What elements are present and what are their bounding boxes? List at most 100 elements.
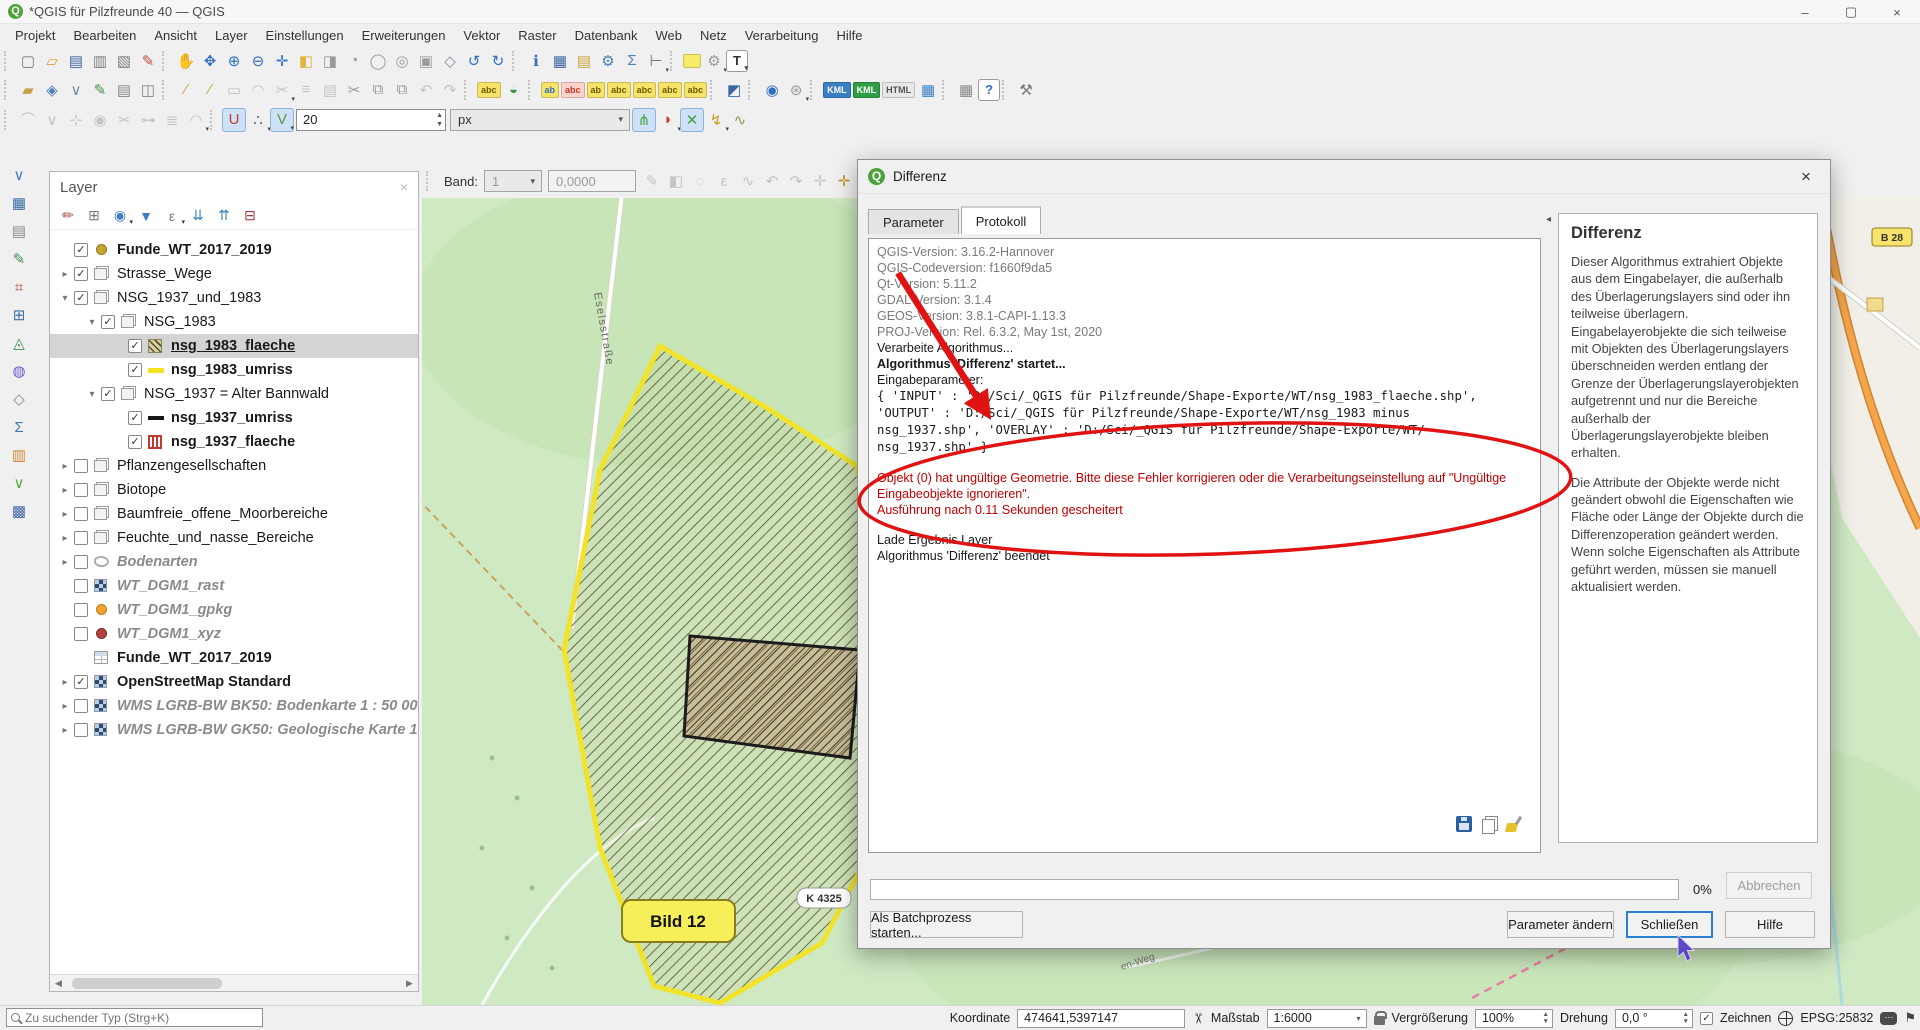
vector-tool-icon-12[interactable]: ∨ [7, 471, 31, 495]
paste-features-icon[interactable]: ⧉ [390, 78, 414, 102]
layer-visibility-checkbox[interactable]: ✓ [74, 243, 88, 257]
layer-row-bodenarten[interactable]: ▸Bodenarten [50, 550, 418, 574]
vector-tool-icon-3[interactable]: ▤ [7, 219, 31, 243]
band-value-input[interactable]: 0,0000 [548, 170, 636, 192]
redraw-icon[interactable]: ↻ [486, 49, 510, 73]
menu-raster[interactable]: Raster [509, 26, 565, 45]
processing-toolbox-icon[interactable]: ⚙ [596, 49, 620, 73]
statistics-icon[interactable]: Σ [620, 49, 644, 73]
scroll-thumb[interactable] [72, 978, 222, 989]
vector-tool-icon-6[interactable]: ⊞ [7, 303, 31, 327]
crs-value[interactable]: EPSG:25832 [1800, 1011, 1873, 1025]
split-parts-icon[interactable]: ✂ [112, 108, 136, 132]
raster-fill-icon[interactable]: ◧ [664, 169, 688, 193]
plugin-icon[interactable]: ⊛▾ [784, 78, 808, 102]
avoid-overlap-icon[interactable]: ◗▾ [656, 108, 680, 132]
kml-import-icon[interactable]: KML [853, 82, 881, 98]
expander-icon[interactable]: ▸ [56, 269, 74, 280]
save-project-icon[interactable]: ▤ [64, 49, 88, 73]
search-input[interactable] [25, 1011, 245, 1025]
layer-visibility-checkbox[interactable] [74, 579, 88, 593]
layer-visibility-checkbox[interactable] [74, 507, 88, 521]
expander-icon[interactable]: ▾ [83, 389, 101, 400]
tracing-icon[interactable]: ↯▾ [704, 108, 728, 132]
raster-expression-icon[interactable]: ε [712, 169, 736, 193]
label-toolbar-icon-3[interactable]: ab [587, 82, 606, 98]
layer-visibility-checkbox[interactable] [74, 699, 88, 713]
pan-map-icon[interactable]: ✋ [174, 49, 198, 73]
layer-visibility-checkbox[interactable]: ✓ [74, 291, 88, 305]
layer-visibility-checkbox[interactable]: ✓ [128, 363, 142, 377]
tab-protokoll[interactable]: Protokoll [961, 206, 1042, 234]
vertex-tool-icon[interactable]: ⊹ [64, 108, 88, 132]
menu-verarbeitung[interactable]: Verarbeitung [736, 26, 828, 45]
layer-visibility-checkbox[interactable] [74, 603, 88, 617]
render-checkbox[interactable]: ✓ [1700, 1012, 1713, 1025]
label-toolbar-icon-7[interactable]: abc [684, 82, 708, 98]
filter-legend-icon[interactable]: ▼ [136, 206, 156, 226]
toggle-editing-icon[interactable]: ⁄ [198, 78, 222, 102]
expand-all-icon[interactable]: ⇊ [188, 206, 208, 226]
split-features-icon[interactable]: ✂▾ [270, 78, 294, 102]
coordinate-value[interactable]: 474641,5397147 [1017, 1009, 1185, 1028]
zoom-in-icon[interactable]: ⊕ [222, 49, 246, 73]
expander-icon[interactable]: ▸ [56, 725, 74, 736]
style-manager-icon[interactable]: ✎ [136, 49, 160, 73]
vector-tool-icon-13[interactable]: ▩ [7, 499, 31, 523]
menu-datenbank[interactable]: Datenbank [566, 26, 647, 45]
log-output[interactable]: QGIS-Version: 3.16.2-HannoverQGIS-Codeve… [868, 238, 1541, 853]
attribute-table-icon[interactable]: ▦ [548, 49, 572, 73]
menu-web[interactable]: Web [646, 26, 691, 45]
scroll-right-icon[interactable]: ▶ [401, 978, 418, 989]
layer-visibility-checkbox[interactable]: ✓ [74, 675, 88, 689]
print-layout-icon[interactable]: ▧ [112, 49, 136, 73]
vector-tool-icon-10[interactable]: Σ [7, 415, 31, 439]
expander-icon[interactable]: ▾ [56, 293, 74, 304]
snapping-options-icon[interactable]: ∴▾ [246, 108, 270, 132]
vector-tool-icon-1[interactable]: ∨ [7, 163, 31, 187]
delete-selected-icon[interactable]: ▤ [318, 78, 342, 102]
lock-scale-icon[interactable] [1374, 1016, 1385, 1025]
raster-settings-icon[interactable]: ✛ [832, 169, 856, 193]
zoom-selection-icon[interactable]: ◧ [294, 49, 318, 73]
close-dialog-button[interactable]: Schließen [1626, 911, 1713, 938]
magnifier-spin[interactable]: 100% ▲▼ [1475, 1009, 1553, 1028]
pan-to-selection-icon[interactable]: ✥ [198, 49, 222, 73]
locator-search[interactable] [6, 1008, 263, 1027]
edit-parameters-button[interactable]: Parameter ändern [1507, 911, 1614, 938]
help-button[interactable]: Hilfe [1725, 911, 1815, 938]
label-toolbar-icon-2[interactable]: abc [561, 82, 585, 98]
database-icon[interactable]: ◩ [722, 78, 746, 102]
move-feature-icon[interactable]: ≡ [294, 78, 318, 102]
shape-tool-icon[interactable]: ∨ [40, 108, 64, 132]
map-themes-icon[interactable]: ◉▾ [110, 206, 130, 226]
layer-row-openstreetmap-standard[interactable]: ▸✓OpenStreetMap Standard [50, 670, 418, 694]
layer-row-nsg-1937-und-1983[interactable]: ▾✓NSG_1937_und_1983 [50, 286, 418, 310]
vector-tool-icon-9[interactable]: ◇ [7, 387, 31, 411]
expander-icon[interactable]: ▸ [56, 701, 74, 712]
move-feature2-icon[interactable]: ◉ [88, 108, 112, 132]
layer-row-wt-dgm1-xyz[interactable]: WT_DGM1_xyz [50, 622, 418, 646]
layer-visibility-checkbox[interactable] [74, 459, 88, 473]
collapse-all-icon[interactable]: ⇈ [214, 206, 234, 226]
vector-tool-icon-11[interactable]: ▥ [7, 443, 31, 467]
zoom-out-icon[interactable]: ⊖ [246, 49, 270, 73]
cut-features-icon[interactable]: ✂ [342, 78, 366, 102]
grid-icon[interactable]: ▦ [916, 78, 940, 102]
zoom-full-icon[interactable]: ✛ [270, 49, 294, 73]
zoom-last-icon[interactable]: ◯ [366, 49, 390, 73]
close-button[interactable]: × [1874, 0, 1920, 24]
new-virtual-layer-icon[interactable]: ◫ [136, 78, 160, 102]
layer-visibility-checkbox[interactable]: ✓ [101, 387, 115, 401]
label-toolbar-icon-5[interactable]: abc [633, 82, 657, 98]
panel-collapse-icon[interactable]: ◂ [1546, 214, 1551, 225]
layer-row-wt-dgm1-gpkg[interactable]: WT_DGM1_gpkg [50, 598, 418, 622]
layer-visibility-checkbox[interactable]: ✓ [101, 315, 115, 329]
new-spatialite-icon[interactable]: ▤ [112, 78, 136, 102]
expander-icon[interactable]: ▸ [56, 557, 74, 568]
save-log-icon[interactable] [1456, 816, 1472, 832]
kml-export-icon[interactable]: KML [823, 82, 851, 98]
new-map-view-icon[interactable]: ▣ [414, 49, 438, 73]
crs-globe-icon[interactable] [1778, 1011, 1793, 1026]
map-tips-icon[interactable] [683, 54, 701, 68]
